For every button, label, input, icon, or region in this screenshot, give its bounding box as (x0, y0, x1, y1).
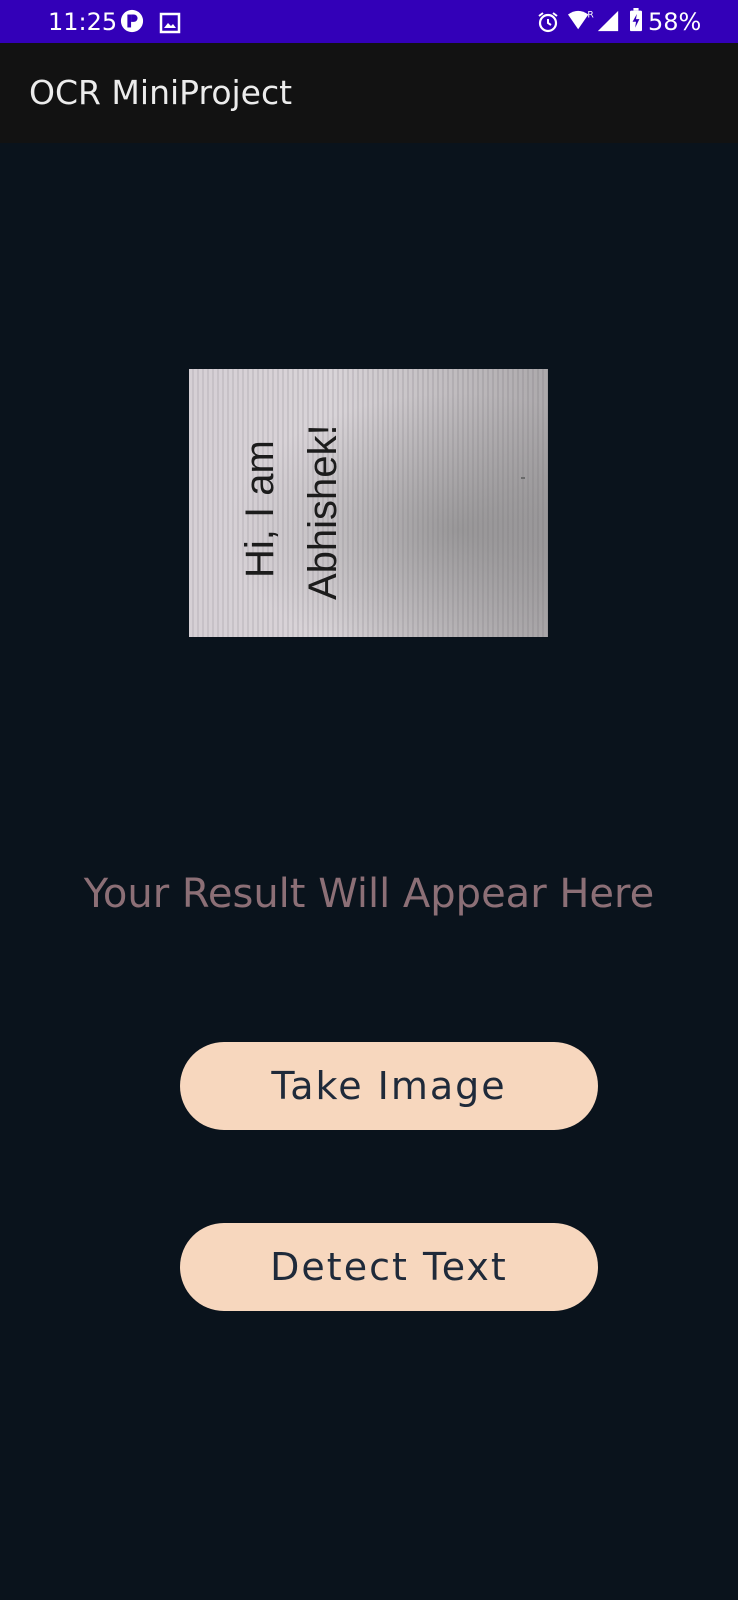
app-notification-icon (120, 9, 144, 33)
status-time: 11:25 (48, 8, 118, 36)
battery-percent: 58% (648, 8, 702, 36)
image-icon (159, 12, 181, 34)
alarm-icon (538, 12, 558, 33)
battery-charging-icon (630, 8, 642, 32)
preview-text-line-1: Hi, I am (238, 440, 282, 578)
signal-icon (597, 10, 619, 32)
preview-speck (521, 477, 525, 479)
result-text: Your Result Will Appear Here (83, 871, 655, 917)
preview-text-line-2: Abhishek! (301, 424, 345, 600)
status-bar: 11:25 R 58% (0, 0, 738, 43)
app-bar: OCR MiniProject (0, 43, 738, 143)
take-image-button[interactable]: Take Image (180, 1042, 598, 1130)
wifi-icon: R (568, 9, 594, 30)
detect-text-button[interactable]: Detect Text (180, 1223, 598, 1311)
app-title: OCR MiniProject (29, 73, 293, 112)
roaming-label: R (587, 9, 594, 20)
app-screen: 11:25 R 58% OCR MiniProject Hi, I am Abh… (0, 0, 738, 1600)
